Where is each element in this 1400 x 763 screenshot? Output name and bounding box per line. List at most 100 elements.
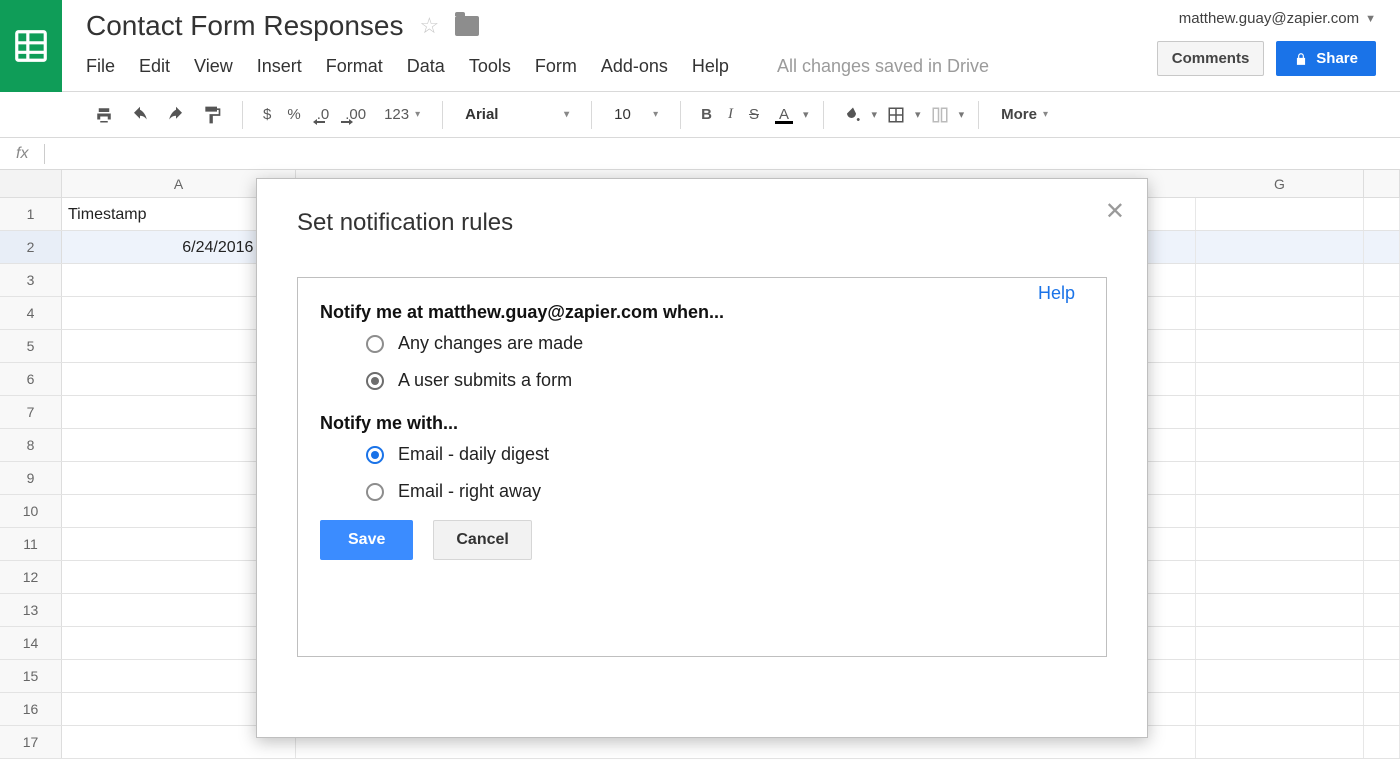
- cell[interactable]: [1196, 330, 1364, 362]
- menu-tools[interactable]: Tools: [469, 56, 511, 77]
- font-family-select[interactable]: Arial▾: [457, 104, 577, 125]
- row-header[interactable]: 13: [0, 594, 62, 626]
- row-header[interactable]: 3: [0, 264, 62, 296]
- cell[interactable]: [1364, 264, 1400, 296]
- menu-view[interactable]: View: [194, 56, 233, 77]
- font-size-select[interactable]: 10▾: [606, 104, 666, 125]
- menu-addons[interactable]: Add-ons: [601, 56, 668, 77]
- formula-input[interactable]: [55, 138, 1400, 169]
- cell[interactable]: [1364, 297, 1400, 329]
- menu-insert[interactable]: Insert: [257, 56, 302, 77]
- menu-file[interactable]: File: [86, 56, 115, 77]
- close-icon[interactable]: ✕: [1105, 197, 1125, 226]
- menu-edit[interactable]: Edit: [139, 56, 170, 77]
- col-header-g[interactable]: G: [1196, 170, 1364, 197]
- undo-icon[interactable]: [124, 102, 156, 128]
- option-right-away[interactable]: Email - right away: [366, 481, 1084, 502]
- row-header[interactable]: 14: [0, 627, 62, 659]
- cell[interactable]: [1364, 627, 1400, 659]
- cell[interactable]: [1364, 363, 1400, 395]
- menu-form[interactable]: Form: [535, 56, 577, 77]
- print-icon[interactable]: [88, 102, 120, 128]
- cell[interactable]: [1196, 594, 1364, 626]
- folder-icon[interactable]: [455, 16, 479, 36]
- cell[interactable]: [1196, 627, 1364, 659]
- row-header[interactable]: 1: [0, 198, 62, 230]
- cell[interactable]: [1196, 462, 1364, 494]
- decrease-decimal[interactable]: .0: [311, 102, 336, 127]
- star-icon[interactable]: ☆: [419, 13, 439, 39]
- cell[interactable]: [1364, 561, 1400, 593]
- account-menu[interactable]: matthew.guay@zapier.com ▼: [1179, 10, 1376, 27]
- cell[interactable]: [1364, 231, 1400, 263]
- currency-format[interactable]: $: [257, 102, 277, 127]
- option-label: Any changes are made: [398, 333, 583, 354]
- document-title[interactable]: Contact Form Responses: [86, 10, 403, 42]
- text-color-button[interactable]: A: [769, 102, 799, 128]
- italic-button[interactable]: I: [722, 102, 739, 127]
- cell[interactable]: [1196, 561, 1364, 593]
- merge-cells-button[interactable]: [925, 102, 955, 128]
- fill-color-button[interactable]: [838, 102, 868, 128]
- row-header[interactable]: 17: [0, 726, 62, 758]
- redo-icon[interactable]: [160, 102, 192, 128]
- save-status: All changes saved in Drive: [777, 56, 989, 77]
- strikethrough-button[interactable]: S: [743, 102, 765, 127]
- comments-button[interactable]: Comments: [1157, 41, 1265, 76]
- cell[interactable]: [1364, 660, 1400, 692]
- row-header[interactable]: 6: [0, 363, 62, 395]
- cell[interactable]: [1364, 330, 1400, 362]
- bold-button[interactable]: B: [695, 102, 718, 127]
- cell[interactable]: [1364, 198, 1400, 230]
- cell[interactable]: [1196, 198, 1364, 230]
- cell[interactable]: [1196, 264, 1364, 296]
- share-button[interactable]: Share: [1276, 41, 1376, 76]
- row-header[interactable]: 16: [0, 693, 62, 725]
- cell[interactable]: [1196, 429, 1364, 461]
- row-header[interactable]: 5: [0, 330, 62, 362]
- number-format-menu[interactable]: 123▾: [376, 104, 428, 125]
- cell[interactable]: [1364, 429, 1400, 461]
- menu-help[interactable]: Help: [692, 56, 729, 77]
- borders-button[interactable]: [881, 102, 911, 128]
- option-any-changes[interactable]: Any changes are made: [366, 333, 1084, 354]
- cell[interactable]: [1196, 231, 1364, 263]
- row-header[interactable]: 8: [0, 429, 62, 461]
- more-toolbar[interactable]: More▾: [993, 104, 1056, 125]
- option-user-submits-form[interactable]: A user submits a form: [366, 370, 1084, 391]
- cell[interactable]: [1196, 528, 1364, 560]
- cell[interactable]: [1364, 528, 1400, 560]
- cell[interactable]: [1196, 660, 1364, 692]
- sheets-app-icon[interactable]: [0, 0, 62, 92]
- menu-data[interactable]: Data: [407, 56, 445, 77]
- cell[interactable]: [1364, 594, 1400, 626]
- row-header[interactable]: 9: [0, 462, 62, 494]
- cell[interactable]: [1364, 396, 1400, 428]
- cancel-button[interactable]: Cancel: [433, 520, 531, 560]
- save-button[interactable]: Save: [320, 520, 413, 560]
- row-header[interactable]: 10: [0, 495, 62, 527]
- percent-format[interactable]: %: [281, 102, 306, 127]
- cell[interactable]: [1364, 495, 1400, 527]
- row-header[interactable]: 7: [0, 396, 62, 428]
- cell[interactable]: [1364, 693, 1400, 725]
- cell[interactable]: [1196, 693, 1364, 725]
- row-header[interactable]: 11: [0, 528, 62, 560]
- option-daily-digest[interactable]: Email - daily digest: [366, 444, 1084, 465]
- increase-decimal[interactable]: .00: [339, 102, 372, 127]
- cell[interactable]: [1196, 297, 1364, 329]
- menu-format[interactable]: Format: [326, 56, 383, 77]
- select-all-corner[interactable]: [0, 170, 62, 197]
- row-header[interactable]: 15: [0, 660, 62, 692]
- dialog-help-link[interactable]: Help: [1038, 283, 1075, 304]
- cell[interactable]: [1196, 495, 1364, 527]
- row-header[interactable]: 12: [0, 561, 62, 593]
- cell[interactable]: [1196, 726, 1364, 758]
- cell[interactable]: [1364, 462, 1400, 494]
- cell[interactable]: [1196, 363, 1364, 395]
- row-header[interactable]: 2: [0, 231, 62, 263]
- row-header[interactable]: 4: [0, 297, 62, 329]
- cell[interactable]: [1196, 396, 1364, 428]
- cell[interactable]: [1364, 726, 1400, 758]
- paint-format-icon[interactable]: [196, 101, 228, 129]
